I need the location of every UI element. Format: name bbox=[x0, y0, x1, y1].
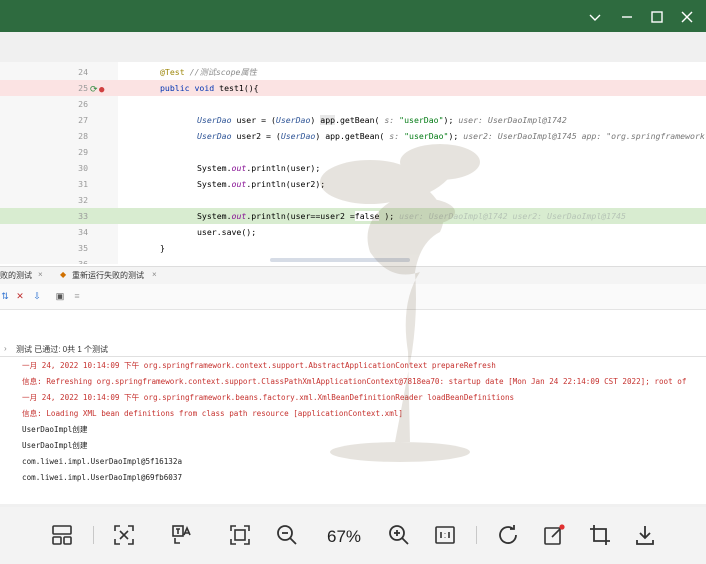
code-text: System.out.println(user==user2 =false );… bbox=[197, 211, 626, 221]
test-status: › 测试 已通过: 0共 1 个测试 bbox=[0, 344, 706, 358]
code-line-32: 32 bbox=[0, 192, 706, 208]
line-number: 35 bbox=[78, 243, 88, 253]
expand-icon[interactable]: ⇩ bbox=[32, 291, 42, 301]
code-text: System.out.println(user2); bbox=[197, 179, 326, 189]
code-line-31: 31 System.out.println(user2); bbox=[0, 176, 706, 192]
export-icon[interactable]: ▣ bbox=[55, 291, 65, 301]
line-number: 30 bbox=[78, 163, 88, 173]
console-line: com.liwei.impl.UserDaoImpl@69fb6037 bbox=[22, 473, 183, 482]
zoom-level: 67% bbox=[326, 527, 362, 546]
close-icon[interactable]: × bbox=[38, 270, 43, 279]
tab-failed-tests[interactable]: 败的测试 bbox=[0, 270, 32, 281]
zoom-out-icon[interactable] bbox=[273, 521, 301, 549]
code-line-27: 27 UserDao user = (UserDao) app.getBean(… bbox=[0, 112, 706, 128]
maximize-icon[interactable] bbox=[646, 6, 668, 28]
code-text: System.out.println(user); bbox=[197, 163, 321, 173]
image-canvas[interactable]: 24 @Test //测试scope属性 25 ⟳ ● public void … bbox=[0, 32, 706, 507]
crop-select-icon[interactable] bbox=[226, 521, 254, 549]
edit-icon[interactable] bbox=[540, 521, 568, 549]
status-text: 测试 已通过: 0共 1 个测试 bbox=[16, 345, 109, 354]
line-number: 26 bbox=[78, 99, 88, 109]
console-output: 一月 24, 2022 10:14:09 下午 org.springframew… bbox=[0, 358, 706, 504]
chevron-down-icon[interactable] bbox=[584, 6, 606, 28]
viewer-toolbar: 67% bbox=[0, 507, 706, 564]
run-tabs: 败的测试 × ◆ 重新运行失败的测试 × bbox=[0, 266, 706, 284]
console-line: UserDaoImpl创建 bbox=[22, 425, 88, 434]
rotate-icon[interactable] bbox=[494, 521, 522, 549]
console-line: UserDaoImpl创建 bbox=[22, 441, 88, 450]
code-text: @Test //测试scope属性 bbox=[160, 67, 257, 77]
console-line: 一月 24, 2022 10:14:09 下午 org.springframew… bbox=[22, 393, 515, 402]
code-editor: 24 @Test //测试scope属性 25 ⟳ ● public void … bbox=[0, 62, 706, 264]
settings-icon[interactable]: ≡ bbox=[72, 291, 82, 301]
chevron-right-icon[interactable]: › bbox=[4, 344, 7, 353]
separator bbox=[476, 526, 477, 544]
download-icon[interactable] bbox=[631, 521, 659, 549]
code-line-30: 30 System.out.println(user); bbox=[0, 160, 706, 176]
actual-size-icon[interactable] bbox=[431, 521, 459, 549]
line-number: 27 bbox=[78, 115, 88, 125]
rerun-icon: ◆ bbox=[60, 270, 67, 279]
line-number: 28 bbox=[78, 131, 88, 141]
fit-icon[interactable] bbox=[110, 521, 138, 549]
line-number: 34 bbox=[78, 227, 88, 237]
crop-icon[interactable] bbox=[586, 521, 614, 549]
horizontal-scrollbar[interactable] bbox=[270, 258, 410, 262]
console-line: 信息: Refreshing org.springframework.conte… bbox=[22, 377, 687, 386]
line-number: 32 bbox=[78, 195, 88, 205]
code-text: UserDao user = (UserDao) app.getBean( s:… bbox=[197, 115, 567, 125]
line-number: 29 bbox=[78, 147, 88, 157]
code-line-33: 33 System.out.println(user==user2 =false… bbox=[0, 208, 706, 224]
sort-icon[interactable]: ⇅ bbox=[0, 291, 10, 301]
code-line-35: 35 } bbox=[0, 240, 706, 256]
code-line-24: 24 @Test //测试scope属性 bbox=[0, 64, 706, 80]
code-line-29: 29 bbox=[0, 144, 706, 160]
code-text: user.save(); bbox=[197, 227, 257, 237]
separator bbox=[93, 526, 94, 544]
code-text: } bbox=[160, 243, 165, 253]
line-number: 25 bbox=[78, 83, 88, 93]
code-line-28: 28 UserDao user2 = (UserDao) app.getBean… bbox=[0, 128, 706, 144]
run-toolbar: ⇅ ✕ ⇩ ▣ ≡ bbox=[0, 284, 706, 310]
title-bar bbox=[0, 0, 706, 32]
close-icon[interactable]: × bbox=[152, 270, 157, 279]
code-text: UserDao user2 = (UserDao) app.getBean( s… bbox=[197, 131, 706, 141]
console-line: com.liwei.impl.UserDaoImpl@5f16132a bbox=[22, 457, 183, 466]
code-text: public void test1(){ bbox=[160, 83, 259, 93]
stop-icon[interactable]: ✕ bbox=[15, 291, 25, 301]
line-number: 36 bbox=[78, 259, 88, 264]
close-icon[interactable] bbox=[676, 6, 698, 28]
line-number: 33 bbox=[78, 211, 88, 221]
tab-rerun-failed[interactable]: 重新运行失败的测试 bbox=[72, 270, 144, 281]
ide-screenshot: 24 @Test //测试scope属性 25 ⟳ ● public void … bbox=[0, 62, 706, 504]
zoom-in-icon[interactable] bbox=[385, 521, 413, 549]
layout-icon[interactable] bbox=[48, 521, 76, 549]
console-line: 信息: Loading XML bean definitions from cl… bbox=[22, 409, 403, 418]
minimize-icon[interactable] bbox=[616, 6, 638, 28]
code-line-26: 26 bbox=[0, 96, 706, 112]
console-line: 一月 24, 2022 10:14:09 下午 org.springframew… bbox=[22, 361, 496, 370]
line-number: 24 bbox=[78, 67, 88, 77]
code-line-34: 34 user.save(); bbox=[0, 224, 706, 240]
translate-icon[interactable] bbox=[168, 521, 196, 549]
code-line-25: 25 ⟳ ● public void test1(){ bbox=[0, 80, 706, 96]
line-number: 31 bbox=[78, 179, 88, 189]
